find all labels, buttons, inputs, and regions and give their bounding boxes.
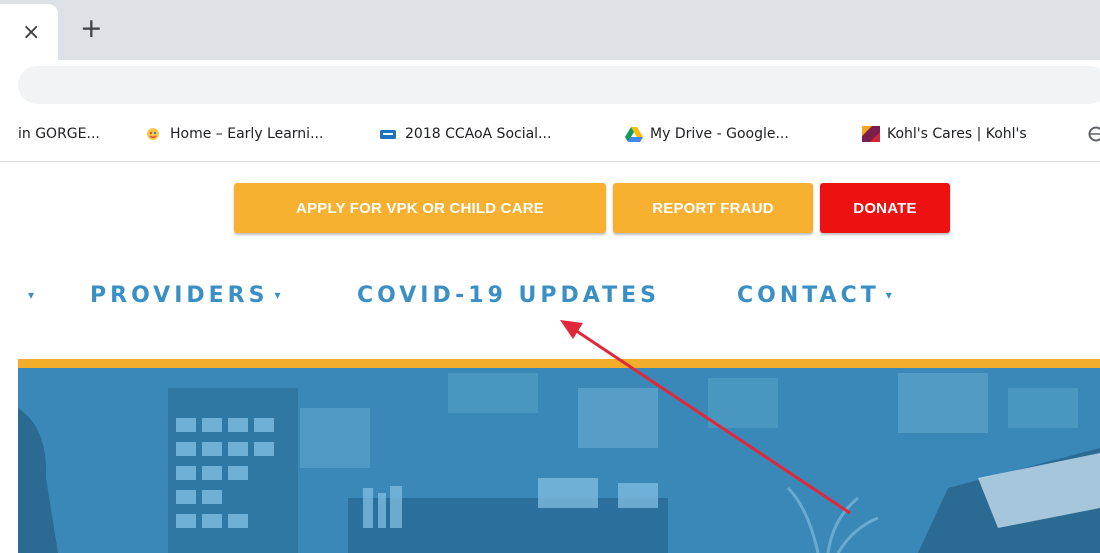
screenshot: × + in GORGE... Home – Early Learni... 2… (0, 0, 1100, 553)
annotation-arrow (560, 320, 851, 515)
